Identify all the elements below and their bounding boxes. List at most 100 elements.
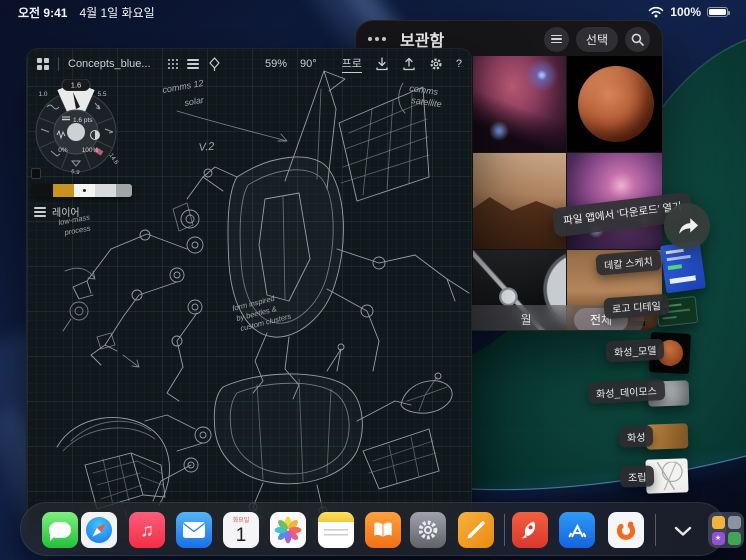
appstore-a-icon: [568, 523, 587, 538]
photo-thumbnail-nebula[interactable]: [473, 56, 566, 152]
search-icon: [631, 33, 644, 46]
dock-icon-books[interactable]: [365, 512, 401, 548]
color-palette-bar[interactable]: [32, 184, 132, 197]
settings-gear-icon[interactable]: [429, 57, 443, 71]
mini-app-green: [727, 531, 741, 545]
layers-label: 레이어: [52, 208, 80, 219]
annotation-satellite: satellite: [411, 95, 443, 109]
status-date: 4월 1일 화요일: [79, 5, 155, 20]
dock-icon-calendar[interactable]: 화요일 1: [223, 512, 259, 548]
tool-wheel[interactable]: 1.0 5.5 1.6 1.6 pts 0% 100% 14.6 6.9: [29, 79, 123, 189]
tool-size-bottom: 6.9: [71, 169, 81, 176]
dock-icon-concepts[interactable]: [458, 512, 494, 548]
dock-icon-music[interactable]: ♫: [129, 512, 165, 548]
export-icon[interactable]: [402, 57, 416, 71]
color-gray[interactable]: [116, 184, 132, 197]
dock-icon-mail[interactable]: [176, 512, 212, 548]
more-options-icon[interactable]: [368, 37, 386, 41]
music-note-icon: ♫: [140, 519, 154, 540]
battery-percent: 100%: [670, 5, 701, 19]
dock: ♫ 화요일 1 ★: [20, 502, 744, 556]
color-lightgray[interactable]: [95, 184, 116, 197]
zoom-level[interactable]: 59%: [265, 58, 287, 70]
wheel-center-knob: [67, 123, 85, 141]
forward-arrow-icon: [679, 218, 699, 234]
dock-collapse-button[interactable]: [668, 518, 698, 544]
dock-icon-app-store[interactable]: [559, 512, 595, 548]
share-button[interactable]: [664, 203, 710, 249]
import-icon[interactable]: [375, 57, 389, 71]
color-white-selected[interactable]: [74, 184, 95, 197]
view-options-button[interactable]: [543, 26, 569, 52]
drag-item-label[interactable]: 로고 디테일: [603, 293, 670, 320]
dock-divider: [655, 514, 656, 546]
annotation-comms: comms 12: [162, 78, 205, 95]
help-button[interactable]: ?: [456, 58, 462, 70]
dock-icon-rocket[interactable]: [512, 512, 548, 548]
list-icon: [550, 34, 562, 44]
dock-icon-photos[interactable]: [270, 512, 306, 548]
sketch-doodles: [62, 267, 140, 368]
select-button[interactable]: 선택: [575, 26, 618, 52]
drawing-app-window: comms 12 solar V.2 comms satellite form …: [26, 48, 472, 538]
drag-item-label[interactable]: 화성: [618, 425, 654, 448]
calendar-day: 1: [235, 524, 247, 546]
mini-app-purple: ★: [711, 531, 725, 545]
status-bar: 오전 9:41 4월 1일 화요일 100%: [0, 0, 746, 24]
open-book-icon: [374, 522, 392, 538]
color-black[interactable]: [32, 184, 53, 197]
toolbar-divider: [58, 57, 59, 71]
app-library-grid: ★: [711, 515, 741, 545]
rotation-value[interactable]: 90°: [300, 58, 317, 70]
drag-item-label[interactable]: 화성_데이모스: [587, 379, 666, 404]
photo-thumbnail-mars-planet[interactable]: [567, 56, 662, 152]
envelope-icon: [183, 522, 205, 538]
annotation-brace: [398, 82, 406, 114]
drag-item-label[interactable]: 조립: [619, 465, 655, 488]
selection-tool-icon[interactable]: [208, 56, 221, 72]
layers-panel-icon[interactable]: [186, 59, 199, 69]
layers-icon: [34, 206, 46, 217]
mars-globe: [577, 66, 654, 142]
dock-icon-settings[interactable]: [410, 512, 446, 548]
wifi-icon: [648, 6, 664, 18]
annotation-solar: solar: [184, 95, 206, 108]
mini-app-gray: [727, 515, 741, 529]
photo-thumbnail-mars-landscape[interactable]: [473, 153, 566, 249]
orange-c-icon: [616, 521, 636, 540]
color-gold[interactable]: [53, 184, 74, 197]
sketch-robot-main: [72, 70, 470, 402]
dock-icon-notes[interactable]: [318, 512, 354, 548]
message-bubble-icon: [49, 522, 71, 541]
drag-item-label[interactable]: 화성_모델: [605, 338, 665, 363]
dock-icon-app-library[interactable]: ★: [708, 512, 744, 548]
flower-icon: [274, 516, 302, 544]
battery-icon: [707, 7, 730, 17]
gear-icon: [418, 520, 438, 540]
opacity-max: 100%: [82, 147, 99, 154]
clock: 오전 9:41: [18, 5, 68, 20]
pen-icon: [467, 521, 485, 539]
screen: 오전 9:41 4월 1일 화요일 100% 보관함 선택 월 전체 comms…: [0, 0, 746, 560]
dock-icon-safari[interactable]: [81, 512, 117, 548]
segment-months[interactable]: 월: [508, 305, 544, 330]
compass-icon: [86, 517, 112, 543]
dock-icon-c-app[interactable]: [608, 512, 644, 548]
gallery-icon[interactable]: [37, 58, 49, 70]
layers-button[interactable]: 레이어: [34, 204, 80, 219]
search-button[interactable]: [625, 26, 650, 52]
dock-icon-messages[interactable]: [42, 512, 78, 548]
annotation-arrow: [176, 110, 288, 142]
snap-grid-icon[interactable]: [167, 59, 178, 69]
tool-size-bottom-right: 14.6: [107, 153, 119, 167]
tool-size-right: 5.5: [97, 91, 106, 98]
background-color-swatch[interactable]: [31, 168, 41, 179]
canvas-toolbar: Concepts_blue... 59% 90° 프로 ?: [27, 49, 471, 79]
document-title[interactable]: Concepts_blue...: [68, 58, 151, 70]
dock-divider: [504, 514, 505, 546]
chevron-down-icon: [674, 526, 692, 536]
opacity-min: 0%: [58, 147, 68, 154]
pro-badge[interactable]: 프로: [341, 55, 362, 73]
annotation-version: V.2: [198, 141, 215, 154]
mini-app-yellow: [711, 515, 725, 529]
